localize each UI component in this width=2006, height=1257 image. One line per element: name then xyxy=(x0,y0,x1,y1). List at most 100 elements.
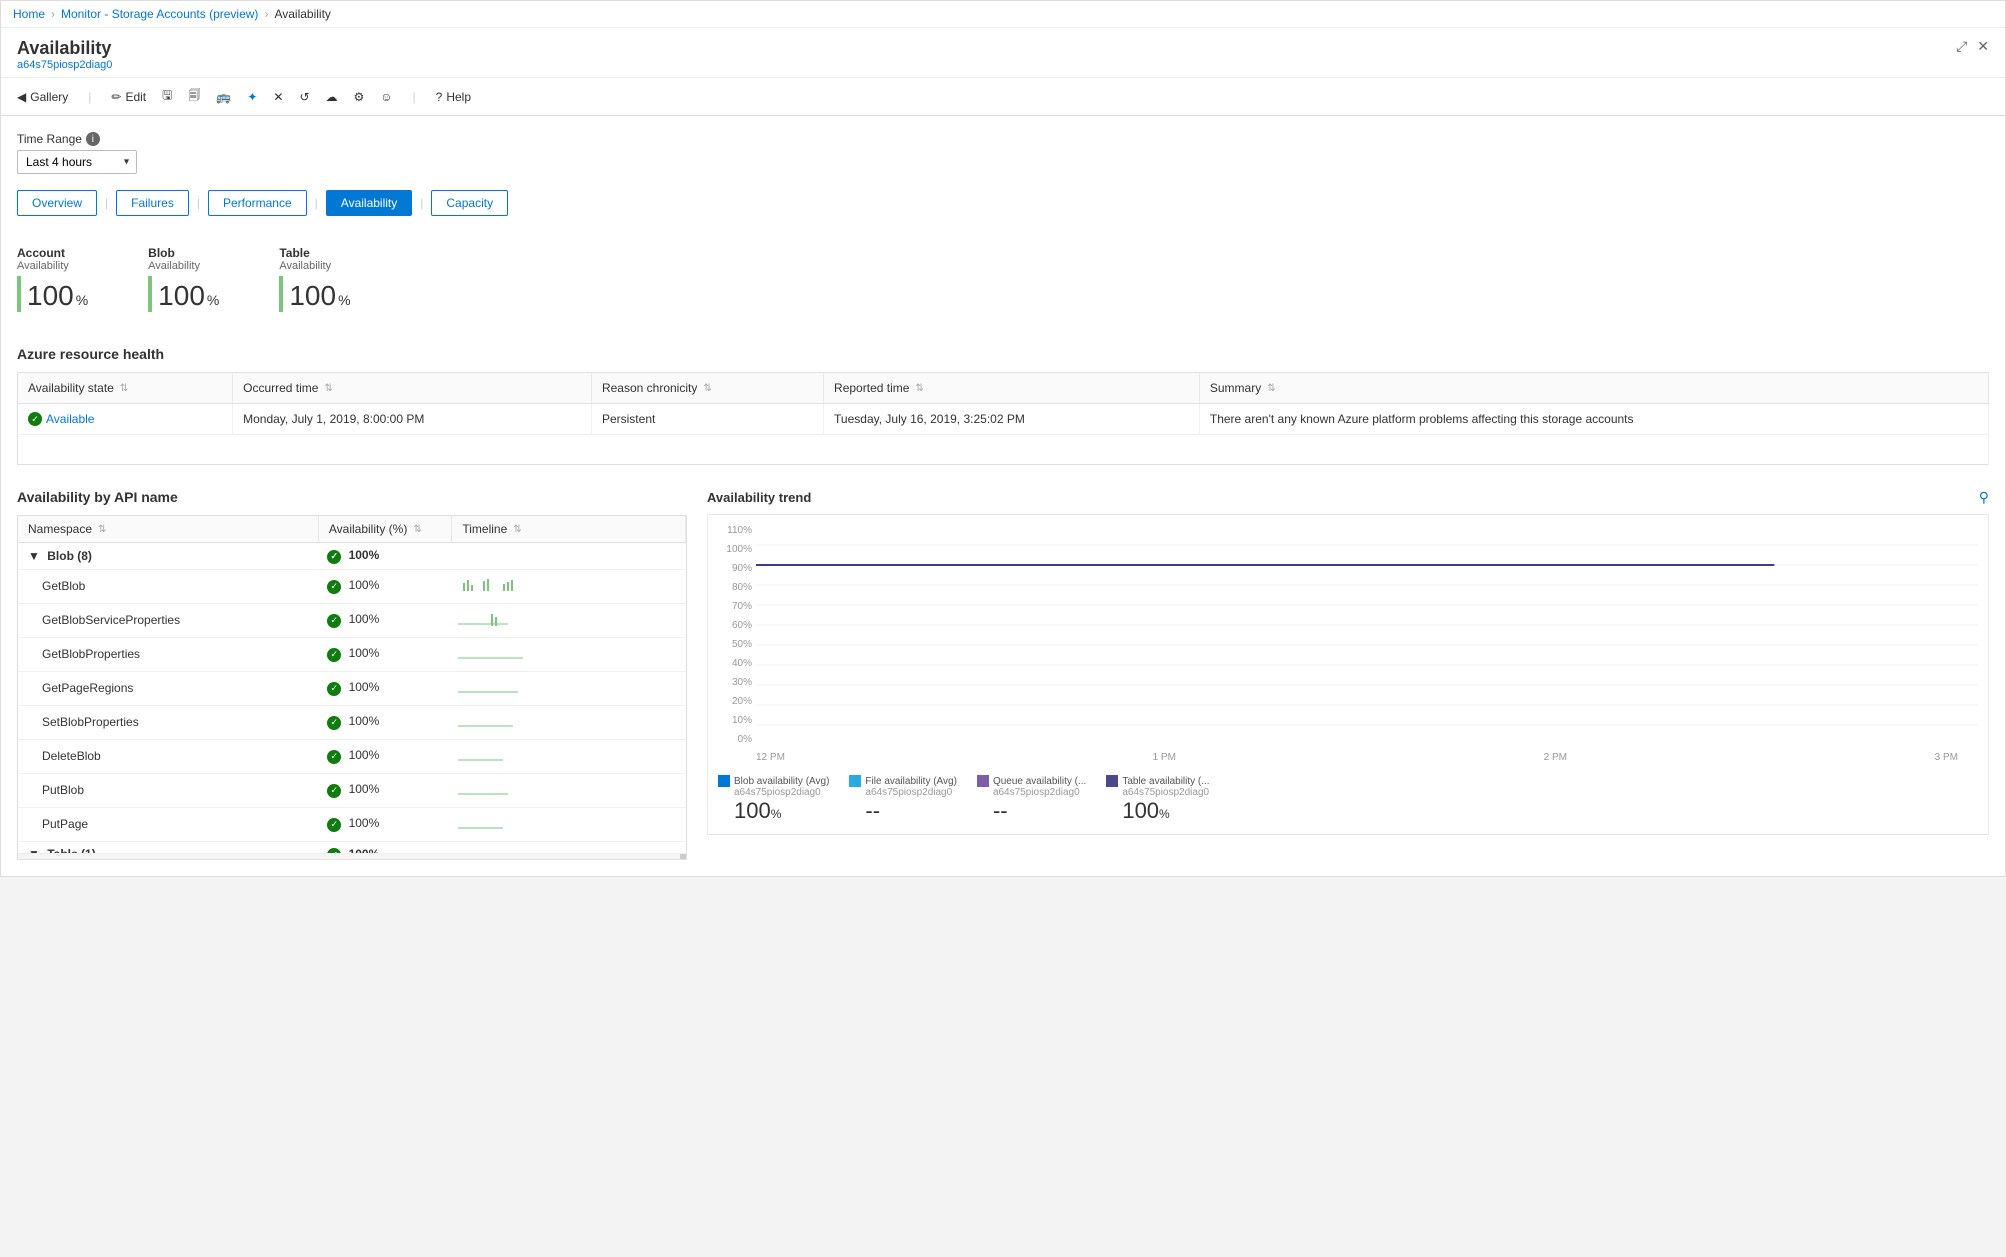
share-button[interactable]: 🚌 xyxy=(216,90,231,104)
health-row-empty xyxy=(18,435,1989,465)
scrollbar-thumb[interactable] xyxy=(680,854,686,859)
metric-account: Account Availability 100 % xyxy=(17,246,88,312)
api-col-namespace[interactable]: Namespace⇅ xyxy=(18,516,318,543)
legend-blob-pct: % xyxy=(771,807,782,821)
setblobprops-timeline xyxy=(443,705,686,739)
time-range-select[interactable]: Last 4 hours Last 1 hour Last 12 hours L… xyxy=(17,150,137,174)
blob-check: ✓ xyxy=(327,550,341,564)
putblob-timeline xyxy=(443,773,686,807)
legend-table-swatch xyxy=(1106,775,1118,787)
getpageregions-avail: ✓ 100% xyxy=(317,671,442,705)
api-table-scroll[interactable]: ▼ Blob (8) ✓ 100% xyxy=(18,543,686,853)
putpage-timeline xyxy=(443,807,686,841)
save-as-icon: 🗐 xyxy=(188,86,200,107)
api-row-getblobservice: GetBlobServiceProperties ✓ 100% xyxy=(18,603,686,637)
trend-legend: Blob availability (Avg) a64s75piosp2diag… xyxy=(718,775,1978,824)
help-button[interactable]: ? Help xyxy=(436,90,471,104)
tab-overview[interactable]: Overview xyxy=(17,190,97,216)
setblobprops-val: 100% xyxy=(349,714,380,728)
col-reason[interactable]: Reason chronicity⇅ xyxy=(591,373,823,404)
legend-file-value-row: -- xyxy=(865,798,957,824)
api-col-availability[interactable]: Availability (%)⇅ xyxy=(318,516,452,543)
blob-collapse-icon[interactable]: ▼ xyxy=(28,549,40,563)
sort-ns[interactable]: ⇅ xyxy=(98,524,106,535)
cloud-button[interactable]: ☁ xyxy=(326,90,338,104)
tab-capacity[interactable]: Capacity xyxy=(431,190,508,216)
health-empty-row xyxy=(18,435,1989,465)
x-axis: 12 PM 1 PM 2 PM 3 PM xyxy=(756,752,1978,763)
pin-toolbar-button[interactable]: ✦ xyxy=(247,90,257,104)
getblobservice-avail: ✓ 100% xyxy=(317,603,442,637)
legend-item-blob: Blob availability (Avg) a64s75piosp2diag… xyxy=(718,775,829,824)
emoji-icon: ☺ xyxy=(380,90,392,104)
breadcrumb-home[interactable]: Home xyxy=(13,7,45,21)
toolbar: ◀ Gallery | ✏ Edit 🖫 🗐 🚌 ✦ ✕ ↺ ☁ ⚙ xyxy=(1,78,2005,116)
maximize-icon[interactable]: ⤢ xyxy=(1956,38,1967,55)
metric-account-value-row: 100 % xyxy=(17,276,88,312)
y-label-20: 20% xyxy=(718,696,752,707)
sort-icon-occurred[interactable]: ⇅ xyxy=(324,383,332,394)
x-label-12pm: 12 PM xyxy=(756,752,785,763)
state-value[interactable]: Available xyxy=(46,412,94,426)
edit-button[interactable]: ✏ Edit xyxy=(111,90,146,104)
y-label-10: 10% xyxy=(718,715,752,726)
time-range-info-icon[interactable]: i xyxy=(86,132,100,146)
setblobprops-avail: ✓ 100% xyxy=(317,705,442,739)
blob-group-name: ▼ Blob (8) xyxy=(18,543,317,569)
getblobservice-timeline-svg xyxy=(453,609,573,629)
tab-availability[interactable]: Availability xyxy=(326,190,412,216)
metric-blob: Blob Availability 100 % xyxy=(148,246,219,312)
health-cell-reported: Tuesday, July 16, 2019, 3:25:02 PM xyxy=(824,404,1200,435)
settings-button[interactable]: ⚙ xyxy=(354,90,365,104)
sort-icon-reason[interactable]: ⇅ xyxy=(703,383,711,394)
putblob-val: 100% xyxy=(349,782,380,796)
col-occurred-time[interactable]: Occurred time⇅ xyxy=(233,373,592,404)
sort-timeline[interactable]: ⇅ xyxy=(513,524,521,535)
save-as-button[interactable]: 🗐 xyxy=(188,86,200,107)
col-reported-time[interactable]: Reported time⇅ xyxy=(824,373,1200,404)
legend-table-label-row: Table availability (... xyxy=(1106,775,1209,787)
metric-table-bar xyxy=(279,276,283,312)
bottom-panels: Availability by API name Namespace⇅ Avai… xyxy=(17,489,1989,860)
api-row-setblobprops: SetBlobProperties ✓ 100% xyxy=(18,705,686,739)
table-group-name: ▼ Table (1) xyxy=(18,841,317,853)
getblobprops-timeline xyxy=(443,637,686,671)
putblob-timeline-svg xyxy=(453,779,573,799)
close-icon[interactable]: ✕ xyxy=(1977,38,1989,55)
help-label: Help xyxy=(446,90,471,104)
title-icons: ⤢ ✕ xyxy=(1956,38,1989,55)
api-row-putpage: PutPage ✓ 100% xyxy=(18,807,686,841)
edit-label: Edit xyxy=(125,90,146,104)
api-col-timeline[interactable]: Timeline⇅ xyxy=(452,516,686,543)
y-label-40: 40% xyxy=(718,658,752,669)
delete-button[interactable]: ✕ xyxy=(273,90,283,104)
sort-icon-state[interactable]: ⇅ xyxy=(120,383,128,394)
refresh-button[interactable]: ↺ xyxy=(299,90,309,104)
api-table-body: ▼ Blob (8) ✓ 100% xyxy=(18,543,686,853)
sort-icon-reported[interactable]: ⇅ xyxy=(915,383,923,394)
save-icon: 🖫 xyxy=(162,86,172,107)
gallery-button[interactable]: ◀ Gallery xyxy=(17,90,68,104)
table-group-timeline xyxy=(443,841,686,853)
tab-failures[interactable]: Failures xyxy=(116,190,189,216)
col-summary[interactable]: Summary⇅ xyxy=(1199,373,1988,404)
legend-table-label: Table availability (... xyxy=(1122,776,1209,787)
metric-blob-pct: % xyxy=(207,292,219,308)
api-row-getpageregions: GetPageRegions ✓ 100% xyxy=(18,671,686,705)
metric-blob-bar xyxy=(148,276,152,312)
deleteblob-timeline-svg xyxy=(453,745,573,765)
gallery-icon: ◀ xyxy=(17,90,26,104)
y-label-100: 100% xyxy=(718,544,752,555)
tab-performance[interactable]: Performance xyxy=(208,190,307,216)
col-availability-state[interactable]: Availability state⇅ xyxy=(18,373,233,404)
trend-pin-icon[interactable]: ⚲ xyxy=(1979,489,1989,506)
help-icon: ? xyxy=(436,90,443,104)
emoji-button[interactable]: ☺ xyxy=(380,90,392,104)
breadcrumb-monitor[interactable]: Monitor - Storage Accounts (preview) xyxy=(61,7,258,21)
legend-queue-label-row: Queue availability (... xyxy=(977,775,1086,787)
sort-icon-summary[interactable]: ⇅ xyxy=(1267,383,1275,394)
sort-avail[interactable]: ⇅ xyxy=(413,524,421,535)
trend-panel: Availability trend ⚲ 110% 100% 90% 80% 7… xyxy=(707,489,1989,860)
save-button[interactable]: 🖫 xyxy=(162,86,172,107)
getpageregions-timeline-svg xyxy=(453,677,573,697)
